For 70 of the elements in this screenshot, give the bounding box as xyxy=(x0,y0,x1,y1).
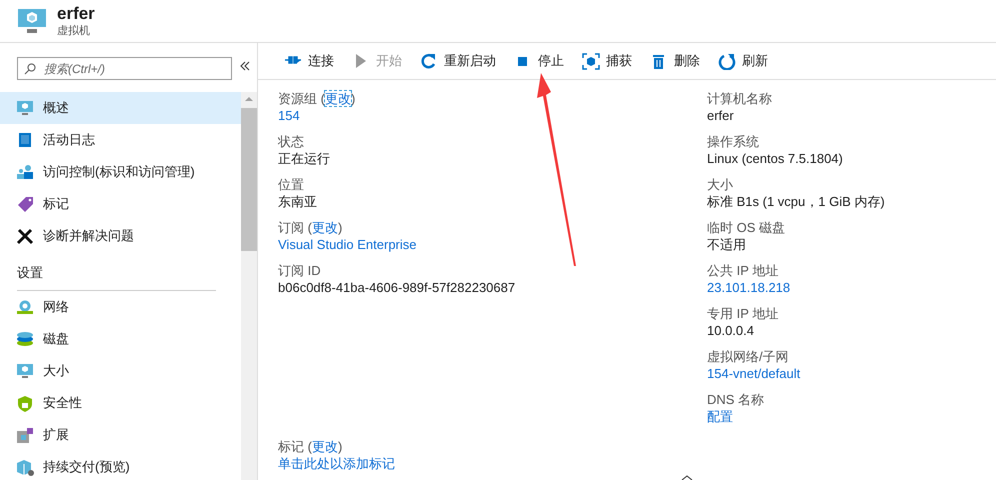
sidebar-item[interactable]: 大小 xyxy=(0,355,241,387)
property-link[interactable]: 154 xyxy=(278,107,300,124)
sidebar-item[interactable]: 标记 xyxy=(0,188,241,220)
monitor-icon xyxy=(16,362,34,380)
property-label: 资源组 (更改) xyxy=(278,90,356,107)
monitor-icon xyxy=(16,100,34,116)
property-value: Linux (centos 7.5.1804) xyxy=(707,150,843,167)
property-link[interactable]: 154-vnet/default xyxy=(707,365,800,382)
sidebar-item[interactable]: 磁盘 xyxy=(0,323,241,355)
property-label: 订阅 ID xyxy=(278,262,322,279)
sidebar-item[interactable]: 诊断并解决问题 xyxy=(0,220,241,252)
property-link[interactable]: Visual Studio Enterprise xyxy=(278,236,417,253)
property-link[interactable]: 配置 xyxy=(707,408,733,425)
property-label: DNS 名称 xyxy=(707,391,766,408)
toolbar-button[interactable]: 连接 xyxy=(278,46,346,76)
caret-icon xyxy=(681,475,693,480)
refresh-icon xyxy=(718,52,736,70)
property-label: 操作系统 xyxy=(707,133,760,150)
cube-icon xyxy=(16,458,34,476)
property-value: 不适用 xyxy=(707,236,746,253)
sidebar-item[interactable]: 概述 xyxy=(0,92,241,124)
property-label: 虚拟网络/子网 xyxy=(707,348,790,365)
property-value: erfer xyxy=(707,107,734,124)
change-link[interactable]: 更改 xyxy=(312,220,338,235)
sidebar-item[interactable]: 活动日志 xyxy=(0,124,241,156)
property-label: 状态 xyxy=(278,133,305,150)
resource-title: erfer xyxy=(57,4,95,24)
disk-icon xyxy=(16,330,34,348)
toolbar-button[interactable]: 捕获 xyxy=(576,46,644,76)
search-field[interactable]: 搜索(Ctrl+/) xyxy=(17,57,232,80)
sidebar-item[interactable]: 网络 xyxy=(0,291,241,323)
toolbar-button[interactable]: 刷新 xyxy=(712,46,780,76)
globe-icon xyxy=(16,298,34,316)
virtual-machine-icon xyxy=(17,8,47,34)
sidebar-item[interactable]: 安全性 xyxy=(0,387,241,419)
shield-icon xyxy=(16,394,34,412)
property-label: 临时 OS 磁盘 xyxy=(707,219,786,236)
property-label: 位置 xyxy=(278,176,305,193)
property-value: 东南亚 xyxy=(278,193,317,210)
property-label: 大小 xyxy=(707,176,734,193)
resource-type: 虚拟机 xyxy=(57,24,91,38)
sidebar-item[interactable]: 持续交付(预览) xyxy=(0,451,241,480)
property-link[interactable]: 单击此处以添加标记 xyxy=(278,455,395,472)
property-label: 标记 (更改) xyxy=(278,438,344,455)
toolbar-button[interactable]: 重新启动 xyxy=(414,46,508,76)
property-value: 10.0.0.4 xyxy=(707,322,754,339)
tag-icon xyxy=(16,196,34,212)
book-icon xyxy=(16,132,34,148)
change-link[interactable]: 更改 xyxy=(324,91,351,106)
property-link[interactable]: 23.101.18.218 xyxy=(707,279,790,296)
property-value: 正在运行 xyxy=(278,150,330,167)
scrollbar[interactable] xyxy=(241,92,257,480)
property-label: 公共 IP 地址 xyxy=(707,262,780,279)
section-heading: 设置 xyxy=(17,258,216,291)
property-value: b06c0df8-41ba-4606-989f-57f282230687 xyxy=(278,279,516,296)
collapse-icon[interactable] xyxy=(240,61,250,71)
sidebar-item[interactable]: 访问控制(标识和访问管理) xyxy=(0,156,241,188)
capture-icon xyxy=(582,52,600,70)
change-link[interactable]: 更改 xyxy=(312,439,338,454)
sidebar-item[interactable]: 扩展 xyxy=(0,419,241,451)
restart-icon xyxy=(420,52,438,70)
toolbar-button[interactable]: 停止 xyxy=(508,46,576,76)
property-label: 专用 IP 地址 xyxy=(707,305,780,322)
squares-icon xyxy=(16,426,34,444)
people-icon xyxy=(16,164,34,180)
search-icon xyxy=(24,63,36,75)
property-label: 订阅 (更改) xyxy=(278,219,344,236)
property-value: 标准 B1s (1 vcpu，1 GiB 内存) xyxy=(707,193,885,210)
toolbar-button[interactable]: 删除 xyxy=(644,46,712,76)
property-label: 计算机名称 xyxy=(707,90,773,107)
